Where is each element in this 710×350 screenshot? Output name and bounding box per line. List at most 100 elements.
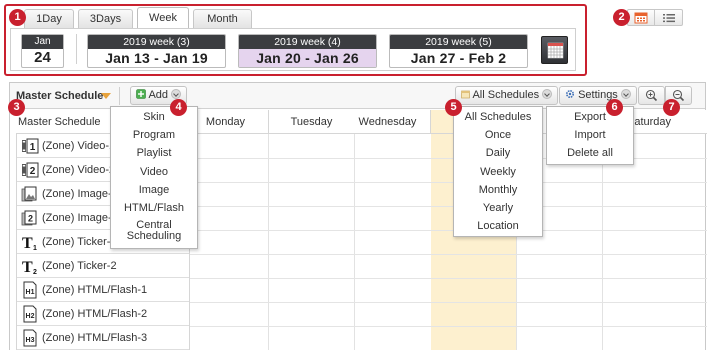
settings-menu-item-delete-all[interactable]: Delete all — [547, 144, 633, 162]
zone-item-html-3[interactable]: H3 (Zone) HTML/Flash-3 — [17, 326, 189, 350]
week-card-current[interactable]: 2019 week (4) Jan 20 - Jan 26 — [238, 34, 377, 68]
schedule-filter-menu: All Schedules Once Daily Weekly Monthly … — [453, 106, 543, 238]
day-header-tuesday: Tuesday — [269, 110, 355, 134]
week-card-next[interactable]: 2019 week (5) Jan 27 - Feb 2 — [389, 34, 528, 68]
schedule-menu-item-yearly[interactable]: Yearly — [454, 199, 542, 217]
calendar-icon — [634, 12, 648, 23]
schedule-menu-item-all[interactable]: All Schedules — [454, 108, 542, 126]
callout-badge-7: 7 — [663, 99, 680, 116]
zoom-in-icon — [645, 89, 658, 102]
tab-month[interactable]: Month — [193, 9, 252, 28]
week-card-header: 2019 week (5) — [390, 35, 527, 49]
week-card-previous[interactable]: 2019 week (3) Jan 13 - Jan 19 — [87, 34, 226, 68]
triangle-down-icon[interactable] — [101, 93, 111, 99]
calendar-view-button[interactable] — [627, 9, 655, 26]
svg-text:1: 1 — [33, 245, 37, 251]
image-zone-icon — [21, 186, 37, 201]
chevron-down-icon — [171, 89, 182, 99]
svg-text:H2: H2 — [26, 313, 35, 320]
video-zone-icon: 2 — [22, 162, 39, 177]
ticker-zone-icon: T 2 — [22, 259, 37, 275]
zone-item-label: (Zone) HTML/Flash-2 — [42, 307, 148, 320]
callout-badge-6: 6 — [606, 99, 623, 116]
svg-text:1: 1 — [30, 142, 36, 153]
calendar-grid-icon — [547, 42, 564, 59]
settings-button[interactable]: Settings — [559, 86, 637, 105]
callout-badge-3: 3 — [8, 99, 25, 116]
add-menu-item-image[interactable]: Image — [111, 181, 197, 199]
svg-text:2: 2 — [30, 166, 36, 177]
day-header-wednesday: Wednesday — [345, 110, 431, 134]
master-schedule-label[interactable]: Master Schedule — [16, 90, 103, 102]
svg-text:H1: H1 — [26, 289, 35, 296]
tab-3days[interactable]: 3Days — [78, 9, 133, 28]
svg-text:2: 2 — [33, 269, 37, 275]
chevron-down-icon — [542, 89, 553, 99]
week-card-range: Jan 20 - Jan 26 — [239, 49, 376, 67]
ticker-zone-icon: T 1 — [22, 235, 37, 251]
svg-text:T: T — [22, 259, 33, 275]
html-zone-icon: H1 — [23, 281, 37, 298]
zone-item-label: (Zone) Ticker-1 — [42, 235, 117, 248]
add-menu-item-video[interactable]: Video — [111, 163, 197, 181]
add-menu-item-central-scheduling[interactable]: Central Scheduling — [111, 217, 197, 247]
zone-item-label: (Zone) Image- — [42, 211, 112, 224]
grid-row-divider — [183, 206, 707, 207]
gear-icon — [565, 89, 575, 99]
schedule-menu-item-location[interactable]: Location — [454, 217, 542, 235]
tab-1day[interactable]: 1Day — [24, 9, 74, 28]
zone-item-label: (Zone) HTML/Flash-1 — [42, 283, 148, 296]
html-zone-icon: H2 — [23, 305, 37, 322]
divider — [76, 34, 77, 64]
list-view-button[interactable] — [655, 9, 683, 26]
schedule-menu-item-monthly[interactable]: Monthly — [454, 181, 542, 199]
today-day: 24 — [34, 49, 51, 66]
zoom-in-button[interactable] — [638, 86, 665, 105]
grid-row-divider — [183, 278, 707, 279]
week-card-range: Jan 27 - Feb 2 — [410, 50, 507, 66]
view-tabs: 1Day 3Days Week Month — [24, 7, 252, 29]
filter-icon — [461, 90, 470, 99]
add-menu: Skin Program Playlist Video Image HTML/F… — [110, 106, 198, 250]
settings-menu-item-import[interactable]: Import — [547, 126, 633, 144]
schedule-menu-item-once[interactable]: Once — [454, 126, 542, 144]
svg-text:2: 2 — [28, 213, 33, 223]
chevron-down-icon — [620, 89, 631, 99]
grid-row-divider — [183, 230, 707, 231]
callout-badge-5: 5 — [445, 99, 462, 116]
add-menu-item-program[interactable]: Program — [111, 126, 197, 144]
zone-item-label: (Zone) Ticker-2 — [42, 259, 117, 272]
settings-menu: Export Import Delete all — [546, 106, 634, 165]
tab-week[interactable]: Week — [137, 7, 189, 28]
callout-badge-2: 2 — [613, 9, 630, 26]
schedule-menu-item-daily[interactable]: Daily — [454, 144, 542, 162]
today-date-card[interactable]: Jan 24 — [21, 34, 64, 68]
day-column-3[interactable] — [355, 134, 441, 350]
zone-item-label: (Zone) Video-1 — [42, 139, 116, 152]
divider — [119, 87, 120, 105]
grid-row-divider — [183, 254, 707, 255]
day-column-6[interactable] — [603, 134, 707, 350]
grid-row-divider — [183, 326, 707, 327]
schedule-filter-button[interactable]: All Schedules — [455, 86, 559, 105]
plus-icon — [136, 89, 146, 99]
zone-item-html-2[interactable]: H2 (Zone) HTML/Flash-2 — [17, 302, 189, 326]
grid-row-divider — [183, 182, 707, 183]
svg-text:T: T — [22, 235, 33, 251]
schedule-menu-item-weekly[interactable]: Weekly — [454, 163, 542, 181]
svg-text:H3: H3 — [26, 337, 35, 344]
zone-item-label: (Zone) Video-2 — [42, 163, 116, 176]
calendar-picker-button[interactable] — [541, 36, 568, 64]
callout-badge-1: 1 — [9, 9, 26, 26]
add-button-label: Add — [148, 89, 169, 101]
zone-item-ticker-2[interactable]: T 2 (Zone) Ticker-2 — [17, 254, 189, 278]
add-menu-item-html-flash[interactable]: HTML/Flash — [111, 199, 197, 217]
add-menu-item-playlist[interactable]: Playlist — [111, 144, 197, 162]
day-column-2[interactable] — [269, 134, 355, 350]
week-card-range: Jan 13 - Jan 19 — [105, 50, 208, 66]
html-zone-icon: H3 — [23, 329, 37, 346]
today-month: Jan — [22, 35, 63, 49]
zone-item-html-1[interactable]: H1 (Zone) HTML/Flash-1 — [17, 278, 189, 302]
list-icon — [662, 13, 675, 22]
image-zone-icon: 2 — [21, 210, 37, 225]
